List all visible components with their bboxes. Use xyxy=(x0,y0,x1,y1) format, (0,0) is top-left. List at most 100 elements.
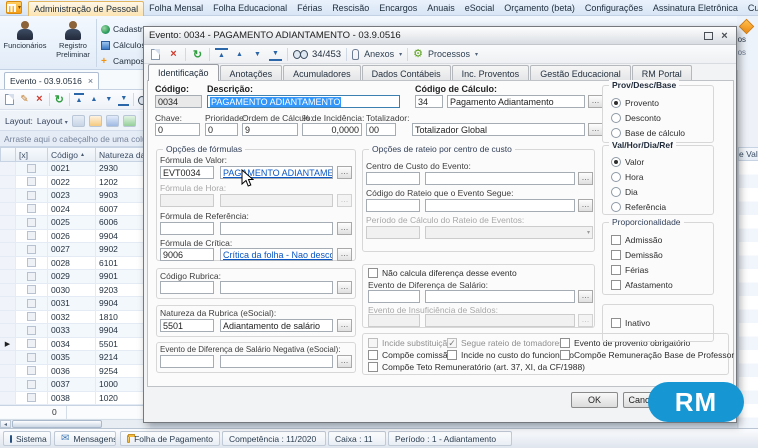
menu-tab[interactable]: Orçamento (beta) xyxy=(499,1,580,16)
codigo-rubrica-lookup-button[interactable]: … xyxy=(337,281,352,294)
menu-tab[interactable]: Rescisão xyxy=(327,1,374,16)
first-record-button[interactable]: ▲ xyxy=(215,48,228,61)
compoe-teto-checkbox[interactable]: Compõe Teto Remuneratório (art. 37, XI, … xyxy=(368,362,585,372)
table-row[interactable]: ▶ 0027 9902 xyxy=(0,243,150,257)
table-row[interactable]: ▶ 0028 6101 xyxy=(0,257,150,271)
nao-calcula-checkbox[interactable]: Não calcula diferença desse evento xyxy=(368,268,517,278)
table-row[interactable]: ▶ 0023 9903 xyxy=(0,189,150,203)
table-row[interactable]: ▶ 0036 9254 xyxy=(0,365,150,379)
radio-option[interactable]: Valor xyxy=(603,154,713,169)
codigo-rubrica-code-field[interactable] xyxy=(160,281,214,294)
centro-custo-code-field[interactable] xyxy=(366,172,420,185)
layout-icon-1[interactable] xyxy=(72,115,85,127)
evento-dif-negativa-code-field[interactable] xyxy=(160,355,214,368)
first-record-button[interactable]: ▲ xyxy=(74,93,85,106)
menu-tab[interactable]: Encargos xyxy=(374,1,422,16)
next-record-button[interactable]: ▼ xyxy=(251,48,264,61)
checkbox-option[interactable]: Afastamento xyxy=(603,277,713,292)
incide-substituicao-checkbox[interactable]: Incide substituição xyxy=(368,338,452,348)
natureza-rubrica-lookup-button[interactable]: … xyxy=(337,319,352,332)
last-record-button[interactable]: ▼ xyxy=(269,48,282,61)
dialog-tab[interactable]: Identificação xyxy=(148,64,219,81)
funcionarios-button[interactable]: Funcionários xyxy=(2,18,48,68)
last-record-button[interactable]: ▼ xyxy=(118,93,129,106)
check-column-header[interactable]: [x] xyxy=(16,147,48,162)
edit-record-button[interactable]: ✎ xyxy=(19,93,30,106)
radio-option[interactable]: Provento xyxy=(603,95,713,110)
formula-critica-lookup-button[interactable]: … xyxy=(337,248,352,261)
radio-option[interactable]: Base de cálculo xyxy=(603,125,713,140)
radio-option[interactable]: Hora xyxy=(603,169,713,184)
folha-pagamento-status[interactable]: Folha de Pagamento xyxy=(120,431,220,446)
maximize-icon[interactable] xyxy=(702,30,715,41)
previous-record-button[interactable]: ▲ xyxy=(233,48,246,61)
table-row[interactable]: ▶ 0031 9904 xyxy=(0,297,150,311)
formula-critica-code-field[interactable]: 9006 xyxy=(160,248,214,261)
search-icon[interactable] xyxy=(293,50,307,58)
totalizador-lookup-button[interactable]: … xyxy=(588,123,603,136)
codigo-rateio-name-field[interactable] xyxy=(425,199,575,212)
registro-preliminar-button[interactable]: Registro Preliminar xyxy=(50,18,96,68)
menu-tab[interactable]: Folha Educacional xyxy=(208,1,292,16)
codigo-field[interactable]: 0034 xyxy=(155,95,202,108)
dialog-tab[interactable]: Inc. Proventos xyxy=(452,65,530,81)
checkbox-option[interactable]: Admissão xyxy=(603,232,713,247)
natureza-rubrica-name-field[interactable]: Adiantamento de salário xyxy=(220,319,333,332)
prioridade-field[interactable]: 0 xyxy=(205,123,238,136)
codigo-calculo-lookup-button[interactable]: … xyxy=(588,95,603,108)
processos-dropdown[interactable]: Processos xyxy=(428,49,470,59)
checkbox-option[interactable]: Férias xyxy=(603,262,713,277)
checkbox-option[interactable]: Demissão xyxy=(603,247,713,262)
close-icon[interactable]: × xyxy=(88,76,93,86)
formula-critica-name-field[interactable]: Crítica da folha - Nao descontou o adiar xyxy=(220,248,333,261)
scrollbar-thumb[interactable] xyxy=(12,420,102,428)
layout-icon-2[interactable] xyxy=(89,115,102,127)
chave-field[interactable]: 0 xyxy=(155,123,200,136)
menu-tab[interactable]: Customização xyxy=(743,1,758,16)
dialog-tab[interactable]: RM Portal xyxy=(632,65,692,81)
dialog-tab[interactable]: Gestão Educacional xyxy=(530,65,631,81)
formula-valor-code-field[interactable]: EVT0034 xyxy=(160,166,214,179)
ordem-calculo-field[interactable]: 9 xyxy=(242,123,298,136)
group-by-bar[interactable]: Arraste aqui o cabeçalho de uma coluna p… xyxy=(0,130,150,147)
formula-referencia-name-field[interactable] xyxy=(220,222,333,235)
table-row[interactable]: ▶ 0021 2930 xyxy=(0,162,150,176)
menu-tab[interactable]: eSocial xyxy=(460,1,500,16)
previous-record-button[interactable]: ▲ xyxy=(88,93,99,106)
table-row[interactable]: ▶ 0024 6007 xyxy=(0,203,150,217)
relatorios-icon[interactable] xyxy=(739,19,755,35)
incidencia-field[interactable]: 0,0000 xyxy=(302,123,362,136)
application-menu-button[interactable]: ▾ xyxy=(6,1,22,14)
new-record-button[interactable] xyxy=(4,93,15,106)
sistema-button[interactable]: Sistema xyxy=(3,431,51,446)
horizontal-scrollbar[interactable]: ◂ xyxy=(0,419,150,428)
evento-dif-code-field[interactable] xyxy=(368,290,420,303)
layout-icon-3[interactable] xyxy=(106,115,119,127)
incide-custo-checkbox[interactable]: Incide no custo do funcionário xyxy=(447,350,574,360)
codigo-rateio-lookup-button[interactable]: … xyxy=(578,199,593,212)
formula-referencia-lookup-button[interactable]: … xyxy=(337,222,352,235)
table-row[interactable]: ▶ 0022 1202 xyxy=(0,176,150,190)
table-row[interactable]: ▶ 0030 9203 xyxy=(0,284,150,298)
menu-tab[interactable]: Administração de Pessoal xyxy=(28,1,144,16)
centro-custo-name-field[interactable] xyxy=(425,172,575,185)
evento-document-tab[interactable]: Evento - 03.9.0516 × xyxy=(4,72,99,89)
compoe-comissao-checkbox[interactable]: Compõe comissão xyxy=(368,350,452,360)
next-record-button[interactable]: ▼ xyxy=(103,93,114,106)
evento-dif-negativa-name-field[interactable] xyxy=(220,355,333,368)
delete-record-button[interactable]: × xyxy=(167,48,180,61)
menu-tab[interactable]: Configurações xyxy=(580,1,648,16)
mensagens-button[interactable]: ✉ Mensagens xyxy=(54,431,116,446)
menu-tab[interactable]: Assinatura Eletrônica xyxy=(648,1,743,16)
codigo-rateio-code-field[interactable] xyxy=(366,199,420,212)
inativo-checkbox[interactable]: Inativo xyxy=(611,318,650,328)
descricao-field[interactable]: PAGAMENTO ADIANTAMENTO xyxy=(207,95,400,108)
table-row[interactable]: ▶ 0026 9904 xyxy=(0,230,150,244)
refresh-button[interactable]: ↻ xyxy=(191,48,204,61)
evento-dif-lookup-button[interactable]: … xyxy=(578,290,593,303)
anexos-dropdown[interactable]: Anexos xyxy=(364,49,394,59)
natureza-rubrica-code-field[interactable]: 5501 xyxy=(160,319,214,332)
natureza-column-header[interactable]: Natureza da Rubrica ( xyxy=(96,147,150,162)
formula-valor-lookup-button[interactable]: … xyxy=(337,166,352,179)
scroll-left-icon[interactable]: ◂ xyxy=(0,420,11,428)
